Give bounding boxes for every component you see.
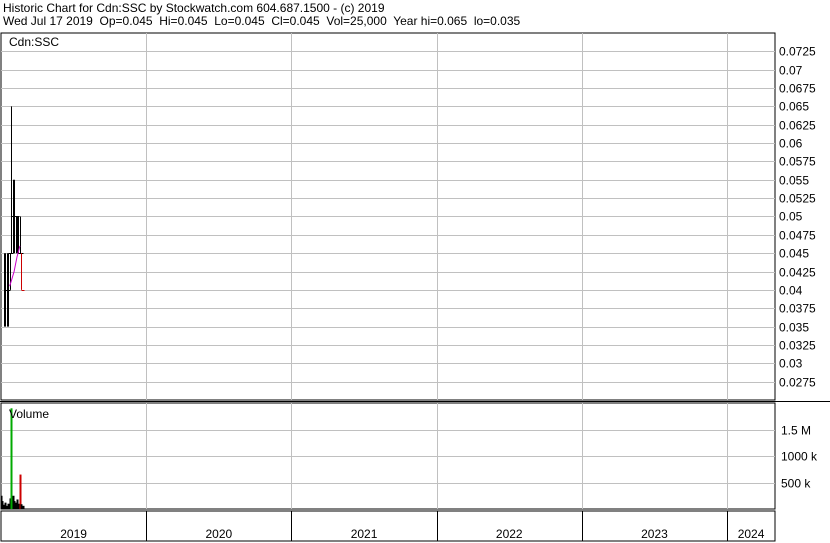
volume-tick-labels: 500 k 1000 k 1.5 M [781, 424, 818, 491]
price-tick-label: 0.065 [779, 100, 809, 114]
price-tick-label: 0.05 [779, 210, 803, 224]
symbol-label: Cdn:SSC [9, 35, 59, 49]
year-tick-label: 2019 [60, 527, 87, 541]
volume-tick-label: 1.5 M [781, 424, 811, 438]
volume-label: Volume [9, 407, 49, 421]
price-tick-label: 0.0525 [779, 192, 816, 206]
price-tick-label: 0.06 [779, 137, 803, 151]
price-tick-label: 0.0375 [779, 302, 816, 316]
price-tick-label: 0.0275 [779, 376, 816, 390]
price-tick-label: 0.0325 [779, 339, 816, 353]
price-tick-label: 0.0675 [779, 82, 816, 96]
year-tick-label: 2021 [351, 527, 378, 541]
year-tick-label: 2020 [205, 527, 232, 541]
price-tick-label: 0.04 [779, 284, 803, 298]
price-tick-label: 0.0425 [779, 266, 816, 280]
price-tick-labels: 0.0275 0.03 0.0325 0.035 0.0375 0.04 0.0425 0.0… [779, 45, 816, 390]
price-tick-label: 0.0725 [779, 45, 816, 59]
stock-chart: 0.0275 0.03 0.0325 0.035 0.0375 0.04 0.0425 0.0… [0, 32, 830, 542]
price-tick-label: 0.03 [779, 357, 803, 371]
price-tick-label: 0.0625 [779, 119, 816, 133]
price-tick-label: 0.07 [779, 64, 803, 78]
year-tick-label: 2022 [496, 527, 523, 541]
year-tick-label: 2024 [738, 527, 765, 541]
price-tick-label: 0.0475 [779, 229, 816, 243]
price-tick-label: 0.035 [779, 321, 809, 335]
year-tick-label: 2023 [641, 527, 668, 541]
price-tick-label: 0.055 [779, 174, 809, 188]
volume-tick-label: 500 k [781, 477, 811, 491]
price-tick-label: 0.0575 [779, 155, 816, 169]
volume-tick-label: 1000 k [781, 450, 818, 464]
price-tick-label: 0.045 [779, 247, 809, 261]
